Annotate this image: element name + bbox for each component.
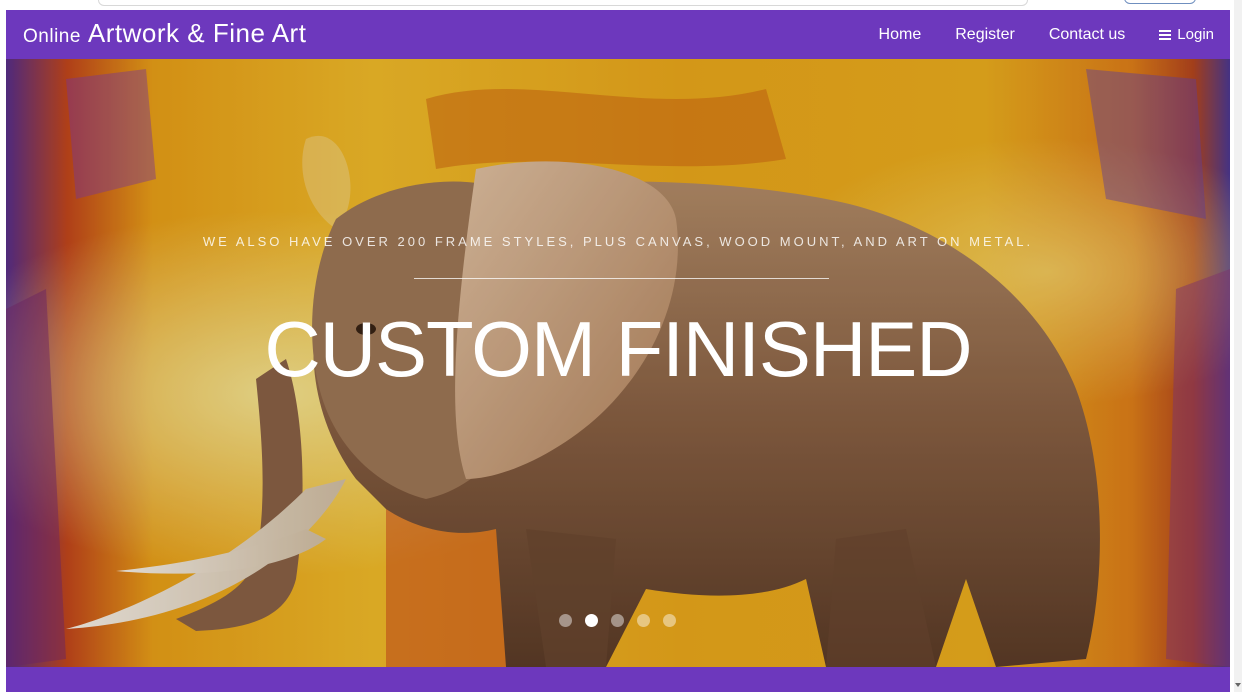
carousel-dot-1[interactable] <box>559 614 572 627</box>
page-scrollbar[interactable] <box>1234 0 1242 692</box>
carousel-dot-3[interactable] <box>611 614 624 627</box>
top-navbar: Online Artwork & Fine Art Home Register … <box>6 10 1230 59</box>
nav-login-link[interactable]: Login <box>1159 26 1214 43</box>
nav-links: Home Register Contact us Login <box>879 10 1214 59</box>
hero-tagline: WE ALSO HAVE OVER 200 FRAME STYLES, PLUS… <box>202 234 1034 249</box>
carousel-dot-4[interactable] <box>637 614 650 627</box>
carousel-dot-5[interactable] <box>663 614 676 627</box>
hero-divider <box>414 278 829 279</box>
browser-chrome-remnant <box>0 0 1242 10</box>
hero-headline: CUSTOM FINISHED <box>264 305 972 393</box>
browser-button[interactable] <box>1124 0 1196 4</box>
nav-home-link[interactable]: Home <box>879 26 922 44</box>
brand-prefix: Online <box>23 26 81 47</box>
carousel-indicators <box>559 614 676 627</box>
menu-icon <box>1159 29 1172 40</box>
brand-logo[interactable]: Online Artwork & Fine Art <box>23 18 306 49</box>
nav-contact-link[interactable]: Contact us <box>1049 26 1125 44</box>
brand-name: Artwork & Fine Art <box>87 18 307 48</box>
bottom-purple-band <box>6 667 1230 692</box>
address-bar[interactable] <box>98 0 1028 6</box>
login-label: Login <box>1177 26 1214 43</box>
carousel-dot-2[interactable] <box>585 614 598 627</box>
nav-register-link[interactable]: Register <box>955 26 1015 44</box>
hero-carousel: WE ALSO HAVE OVER 200 FRAME STYLES, PLUS… <box>6 59 1230 667</box>
scroll-down-arrow-icon[interactable] <box>1235 683 1241 687</box>
